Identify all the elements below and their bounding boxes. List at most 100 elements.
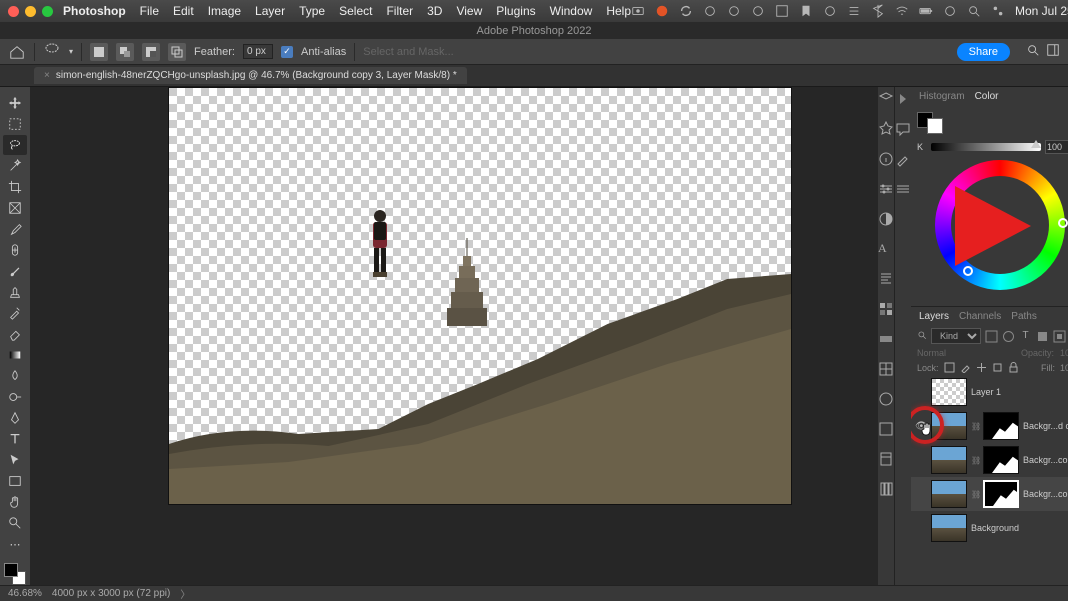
layer-thumbnail[interactable] <box>931 412 967 440</box>
brush-tool[interactable] <box>3 261 27 281</box>
history-brush-tool[interactable] <box>3 303 27 323</box>
menu-window[interactable]: Window <box>550 4 593 18</box>
layer-thumbnail[interactable] <box>931 480 967 508</box>
select-and-mask-button[interactable]: Select and Mask... <box>363 46 454 58</box>
control-center-icon[interactable] <box>991 4 1005 18</box>
eyedropper-tool[interactable] <box>3 219 27 239</box>
menu-filter[interactable]: Filter <box>386 4 413 18</box>
eraser-tool[interactable] <box>3 324 27 344</box>
tab-layers[interactable]: Layers <box>919 311 949 322</box>
layer-thumbnail[interactable] <box>931 378 967 406</box>
menu-file[interactable]: File <box>140 4 159 18</box>
zoom-tool[interactable] <box>3 513 27 533</box>
status-icon-1[interactable] <box>703 4 717 18</box>
adjustments-panel-icon[interactable] <box>878 211 894 227</box>
color-wheel[interactable] <box>935 160 1065 290</box>
tab-color[interactable]: Color <box>975 91 999 102</box>
chevron-down-icon[interactable]: ▾ <box>69 47 73 56</box>
selection-subtract-button[interactable] <box>142 43 160 61</box>
color-swatches[interactable] <box>4 563 26 585</box>
layer-row[interactable]: ⛓ Backgr...copy 2 <box>911 443 1068 477</box>
wifi-icon[interactable] <box>895 4 909 18</box>
layer-name[interactable]: Backgr...copy 2 <box>1023 455 1068 465</box>
fill-value[interactable]: 100% <box>1060 363 1068 373</box>
rectangle-tool[interactable] <box>3 471 27 491</box>
edit-toolbar-button[interactable]: ⋯ <box>3 534 27 554</box>
status-icon-3[interactable] <box>751 4 765 18</box>
paragraph-panel-icon[interactable] <box>878 271 894 287</box>
minimize-window-button[interactable] <box>25 6 36 17</box>
canvas-area[interactable] <box>30 87 878 585</box>
zoom-level[interactable]: 46.68% <box>8 588 42 599</box>
lasso-tool-icon[interactable] <box>43 41 61 62</box>
layer-row[interactable]: Layer 1 <box>911 375 1068 409</box>
layer-row[interactable]: ⛓ Backgr...copy 3 <box>911 477 1068 511</box>
layer-name[interactable]: Backgr...copy 3 <box>1023 489 1068 499</box>
type-tool[interactable] <box>3 429 27 449</box>
menu-plugins[interactable]: Plugins <box>496 4 535 18</box>
gradient-tool[interactable] <box>3 345 27 365</box>
healing-brush-tool[interactable] <box>3 240 27 260</box>
search-icon[interactable] <box>967 4 981 18</box>
selection-new-button[interactable] <box>90 43 108 61</box>
status-icon-2[interactable] <box>727 4 741 18</box>
document-dimensions[interactable]: 4000 px x 3000 px (72 ppi) <box>52 588 170 599</box>
path-selection-tool[interactable] <box>3 450 27 470</box>
menu-view[interactable]: View <box>456 4 482 18</box>
dodge-tool[interactable] <box>3 387 27 407</box>
filter-type-icon[interactable]: T <box>1019 330 1032 343</box>
history-panel-icon[interactable] <box>878 481 894 497</box>
frame-icon[interactable] <box>775 4 789 18</box>
marquee-tool[interactable] <box>3 114 27 134</box>
workspace-icon[interactable] <box>1046 43 1060 60</box>
hand-tool[interactable] <box>3 492 27 512</box>
modifier-keys-icon[interactable] <box>895 181 911 197</box>
character-panel-icon[interactable]: A <box>878 241 894 257</box>
antialias-checkbox[interactable]: ✓ <box>281 46 293 58</box>
mask-link-icon[interactable]: ⛓ <box>971 456 979 465</box>
lock-pixels-icon[interactable] <box>960 362 971 373</box>
swatches-panel-icon[interactable] <box>878 301 894 317</box>
menu-select[interactable]: Select <box>339 4 372 18</box>
magic-wand-tool[interactable] <box>3 156 27 176</box>
status-icon-5[interactable] <box>943 4 957 18</box>
libraries-panel-icon[interactable] <box>878 121 894 137</box>
crop-tool[interactable] <box>3 177 27 197</box>
lock-transparency-icon[interactable] <box>944 362 955 373</box>
lock-artboard-icon[interactable] <box>992 362 1003 373</box>
styles-panel-icon[interactable] <box>878 421 894 437</box>
record-icon[interactable] <box>631 4 645 18</box>
blend-mode-select[interactable]: Normal <box>917 348 1015 358</box>
bookmark-icon[interactable] <box>799 4 813 18</box>
clone-stamp-tool[interactable] <box>3 282 27 302</box>
status-icon-4[interactable] <box>823 4 837 18</box>
filter-smart-icon[interactable] <box>1053 330 1066 343</box>
actions-panel-icon[interactable] <box>878 391 894 407</box>
close-tab-icon[interactable]: × <box>44 70 50 81</box>
brush-settings-icon[interactable] <box>895 151 911 167</box>
lasso-tool[interactable] <box>3 135 27 155</box>
tab-histogram[interactable]: Histogram <box>919 91 965 102</box>
layer-mask-thumbnail[interactable] <box>983 412 1019 440</box>
layer-mask-thumbnail[interactable] <box>983 480 1019 508</box>
filter-shape-icon[interactable] <box>1036 330 1049 343</box>
lock-all-icon[interactable] <box>1008 362 1019 373</box>
sync-icon[interactable] <box>679 4 693 18</box>
k-slider[interactable]: K % <box>917 140 1068 154</box>
share-button[interactable]: Share <box>957 43 1010 61</box>
mask-link-icon[interactable]: ⛓ <box>971 490 979 499</box>
layer-filter-kind[interactable]: Kind <box>931 328 981 344</box>
tab-channels[interactable]: Channels <box>959 311 1001 322</box>
menu-3d[interactable]: 3D <box>427 4 442 18</box>
opacity-value[interactable]: 100% <box>1060 348 1068 358</box>
feather-input[interactable] <box>243 44 273 59</box>
menu-help[interactable]: Help <box>606 4 631 18</box>
filter-adjustment-icon[interactable] <box>1002 330 1015 343</box>
frame-tool[interactable] <box>3 198 27 218</box>
menu-edit[interactable]: Edit <box>173 4 194 18</box>
filter-pixel-icon[interactable] <box>985 330 998 343</box>
learn-panel-icon[interactable] <box>878 91 894 107</box>
selection-add-button[interactable] <box>116 43 134 61</box>
menu-image[interactable]: Image <box>208 4 241 18</box>
layer-row[interactable]: Background 🔒 <box>911 511 1068 545</box>
